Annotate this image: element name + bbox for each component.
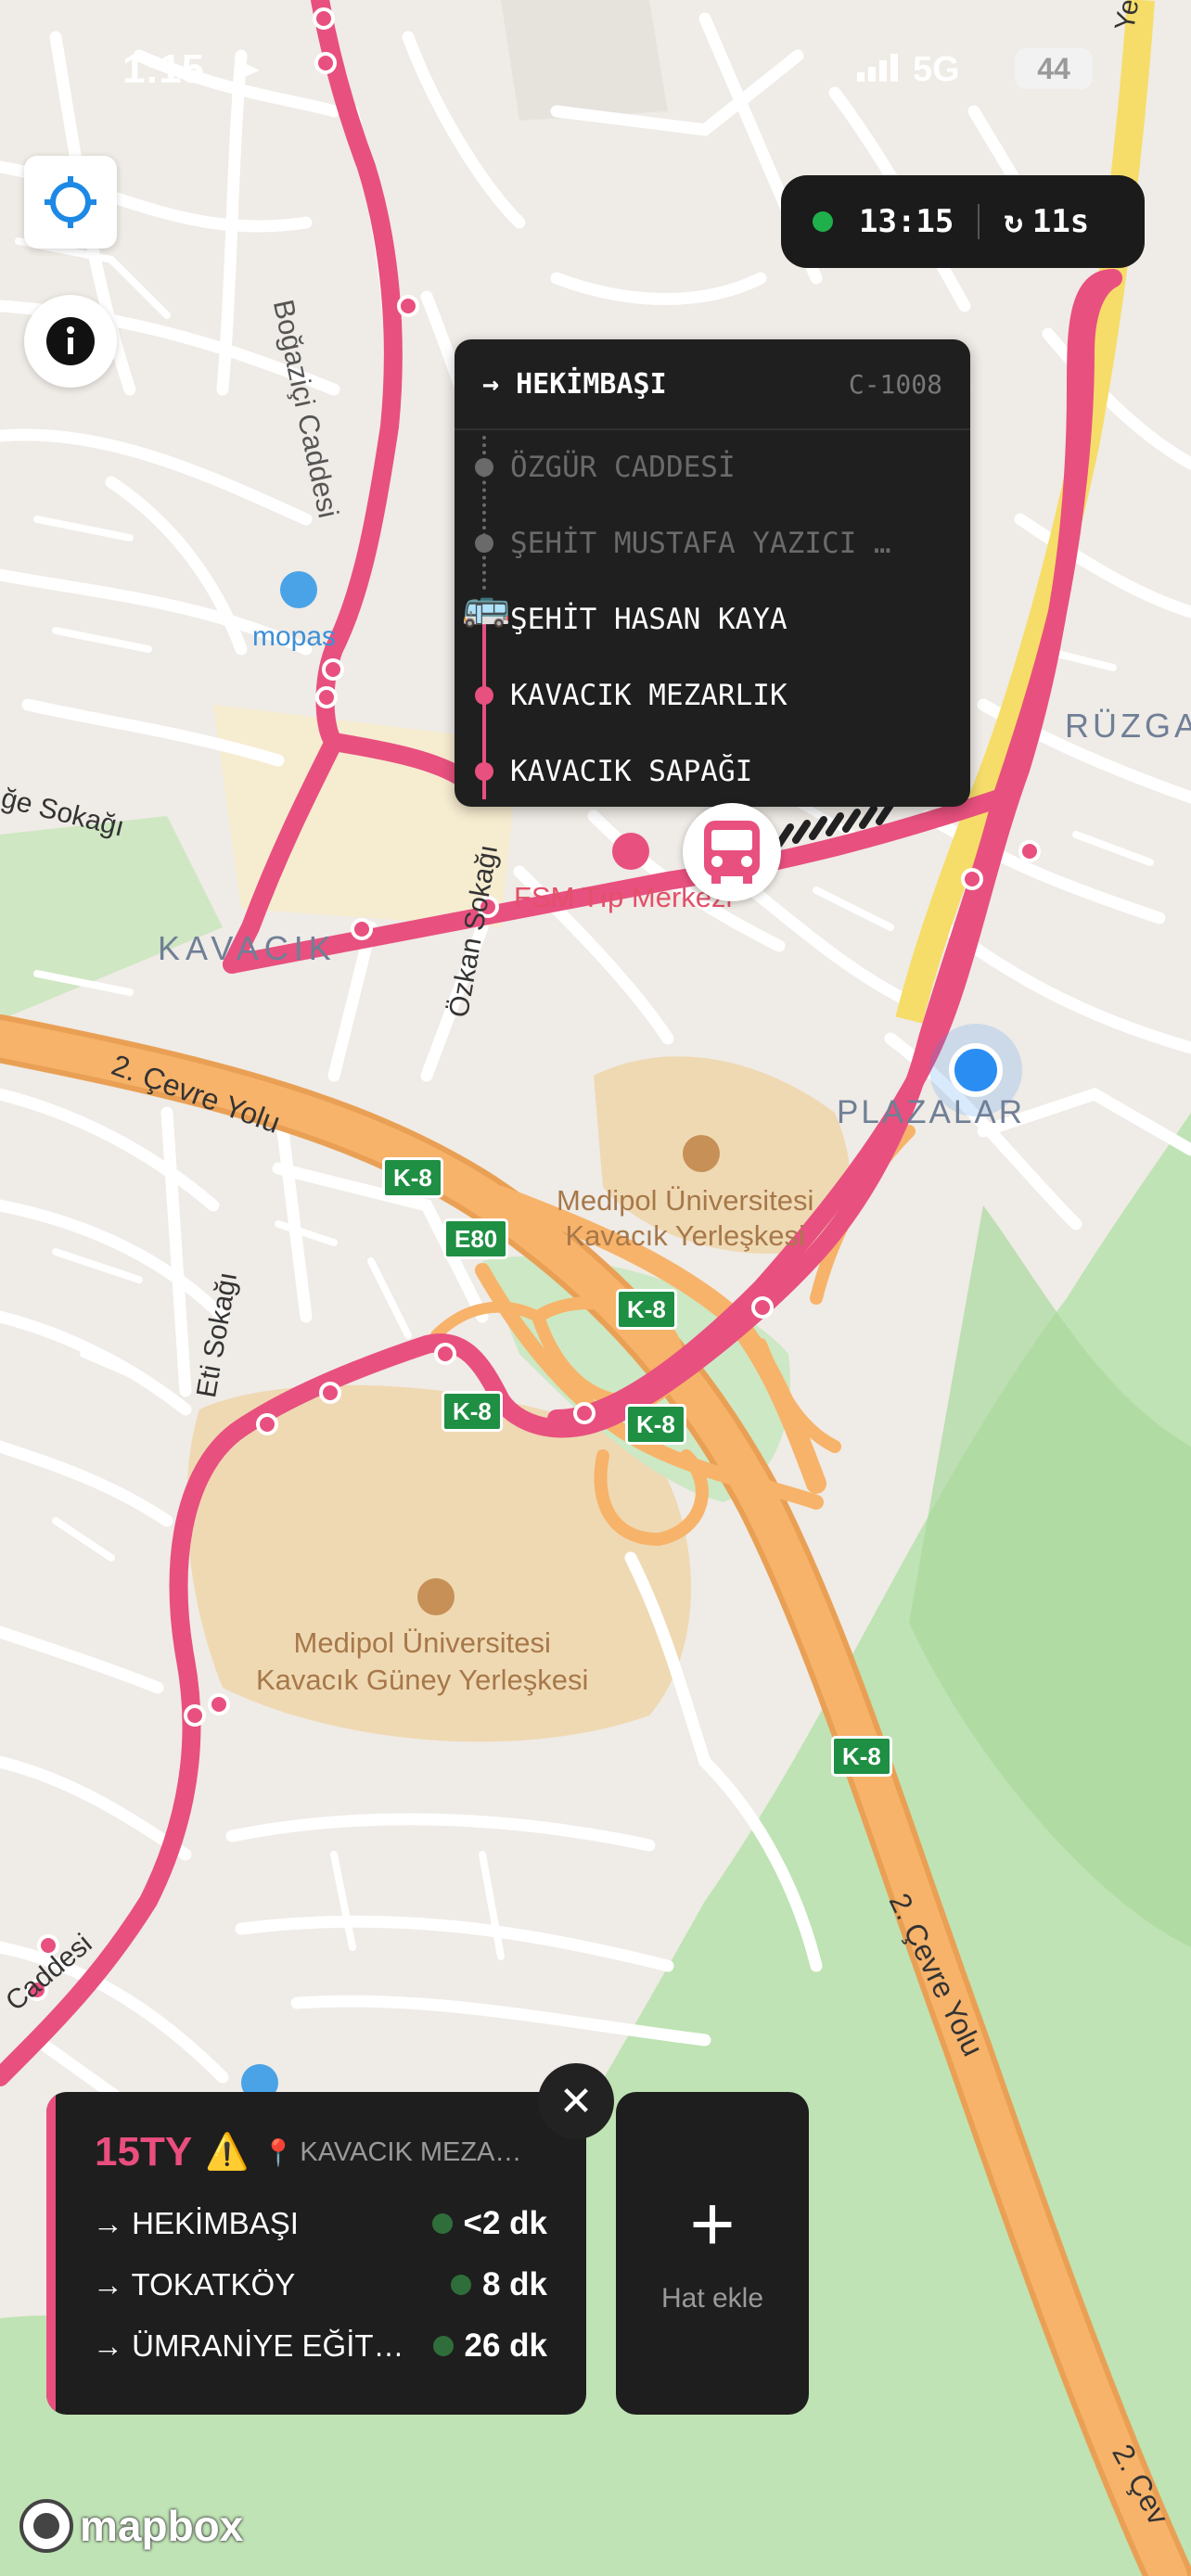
- close-card-button[interactable]: ✕: [538, 2063, 614, 2139]
- area-label: PLAZALAR: [837, 1094, 1025, 1130]
- highway-shield: K-8: [616, 1289, 677, 1330]
- status-time: 1:15: [122, 46, 205, 92]
- poi-name-line: Kavacık Yerleşkesi: [565, 1219, 805, 1252]
- location-arrow-icon: ➤: [232, 50, 261, 88]
- close-icon: ✕: [558, 2078, 594, 2124]
- card-header: 15TY ⚠️ 📍 KAVACIK MEZA…: [95, 2129, 521, 2175]
- live-dot: [431, 2213, 453, 2234]
- battery-icon: 44: [1015, 48, 1093, 89]
- stop-item[interactable]: ÖZGÜR CADDESİ: [510, 451, 736, 484]
- vehicle-stops-popup[interactable]: → HEKİMBAŞI C-1008 ÖZGÜR CADDESİ ŞEHİT M…: [455, 339, 970, 807]
- bus-marker[interactable]: [683, 803, 781, 901]
- poi-label-medipol-guney: Medipol Üniversitesi Kavacık Güney Yerle…: [256, 1625, 588, 1699]
- poi-name-line: Medipol Üniversitesi: [293, 1626, 551, 1659]
- network-type: 5G: [913, 50, 960, 89]
- plus-icon: +: [689, 2180, 736, 2267]
- area-label: RÜZGA: [1065, 707, 1191, 745]
- stop-item[interactable]: ŞEHİT MUSTAFA YAZICI …: [510, 527, 891, 560]
- arrival-row[interactable]: → ÜMRANİYE EĞİT… 26 dk: [93, 2327, 547, 2365]
- eta-label: <2 dk: [463, 2205, 547, 2241]
- attribution-text: mapbox: [80, 2502, 244, 2550]
- arrival-row[interactable]: → TOKATKÖY 8 dk: [93, 2266, 547, 2303]
- info-icon: [46, 317, 95, 365]
- area-label: KAVACIK: [158, 929, 337, 967]
- warning-icon: ⚠️: [205, 2133, 250, 2172]
- add-line-button[interactable]: + Hat ekle: [616, 2092, 809, 2415]
- highway-shield: K-8: [625, 1404, 686, 1445]
- road-label: Ye: [1109, 0, 1146, 33]
- poi-name-line: Kavacık Güney Yerleşkesi: [256, 1664, 589, 1696]
- direction-label: → HEKİMBAŞI: [93, 2206, 299, 2240]
- mapbox-logo-icon: [19, 2499, 73, 2553]
- stop-dot: [475, 762, 493, 781]
- current-time: 13:15: [859, 203, 954, 240]
- direction-label: → ÜMRANİYE EĞİT…: [93, 2328, 404, 2363]
- refresh-countdown: 11s: [1031, 203, 1090, 240]
- line-number: 15TY: [95, 2129, 193, 2174]
- direction-label: → TOKATKÖY: [93, 2267, 296, 2302]
- poi-label-medipol-kavacik: Medipol Üniversitesi Kavacık Yerleşkesi: [557, 1183, 813, 1254]
- highway-shield: K-8: [382, 1157, 443, 1198]
- pin-icon: 📍: [262, 2137, 295, 2167]
- divider: [978, 204, 980, 239]
- arrival-row[interactable]: → HEKİMBAŞI <2 dk: [93, 2205, 547, 2242]
- highway-shield: K-8: [442, 1391, 503, 1432]
- highway-shield: E80: [443, 1218, 509, 1259]
- stop-name: KAVACIK MEZA…: [300, 2136, 522, 2167]
- destination-label: → HEKİMBAŞI: [482, 367, 667, 401]
- eta-label: 8 dk: [481, 2266, 547, 2302]
- bus-icon: 🚌: [462, 584, 511, 628]
- recenter-location-button[interactable]: [24, 156, 117, 249]
- stop-item[interactable]: KAVACIK MEZARLIK: [510, 679, 788, 712]
- mapbox-logo[interactable]: mapbox: [19, 2498, 243, 2554]
- popup-header: → HEKİMBAŞI C-1008: [455, 339, 970, 430]
- add-line-label: Hat ekle: [660, 2283, 764, 2314]
- stop-item[interactable]: KAVACIK SAPAĞI: [510, 755, 752, 788]
- refresh-icon: ↻: [1004, 203, 1023, 240]
- live-dot: [432, 2336, 454, 2356]
- line-color-accent: [46, 2092, 56, 2415]
- signal-icon: [857, 54, 898, 82]
- live-status-dot: [813, 211, 833, 232]
- stop-dot: [475, 534, 493, 553]
- vehicle-code: C-1008: [848, 368, 942, 400]
- stop-dot: [475, 458, 493, 477]
- live-time-pill[interactable]: 13:15 ↻ 11s: [781, 175, 1145, 268]
- eta-label: 26 dk: [464, 2327, 548, 2364]
- status-bar: 1:15 ➤ 5G 44: [0, 41, 1191, 96]
- info-button[interactable]: [24, 295, 117, 388]
- stop-dot: [475, 686, 493, 705]
- poi-name-line: Medipol Üniversitesi: [557, 1184, 814, 1217]
- live-dot: [450, 2275, 471, 2295]
- poi-label-mopas: mopas: [252, 621, 337, 652]
- crosshair-icon: [45, 176, 96, 228]
- stop-item-current[interactable]: ŞEHİT HASAN KAYA: [510, 603, 788, 636]
- highway-shield: K-8: [831, 1736, 892, 1777]
- bus-icon: [704, 821, 760, 884]
- line-arrivals-card[interactable]: 15TY ⚠️ 📍 KAVACIK MEZA… → HEKİMBAŞI <2 d…: [46, 2092, 586, 2415]
